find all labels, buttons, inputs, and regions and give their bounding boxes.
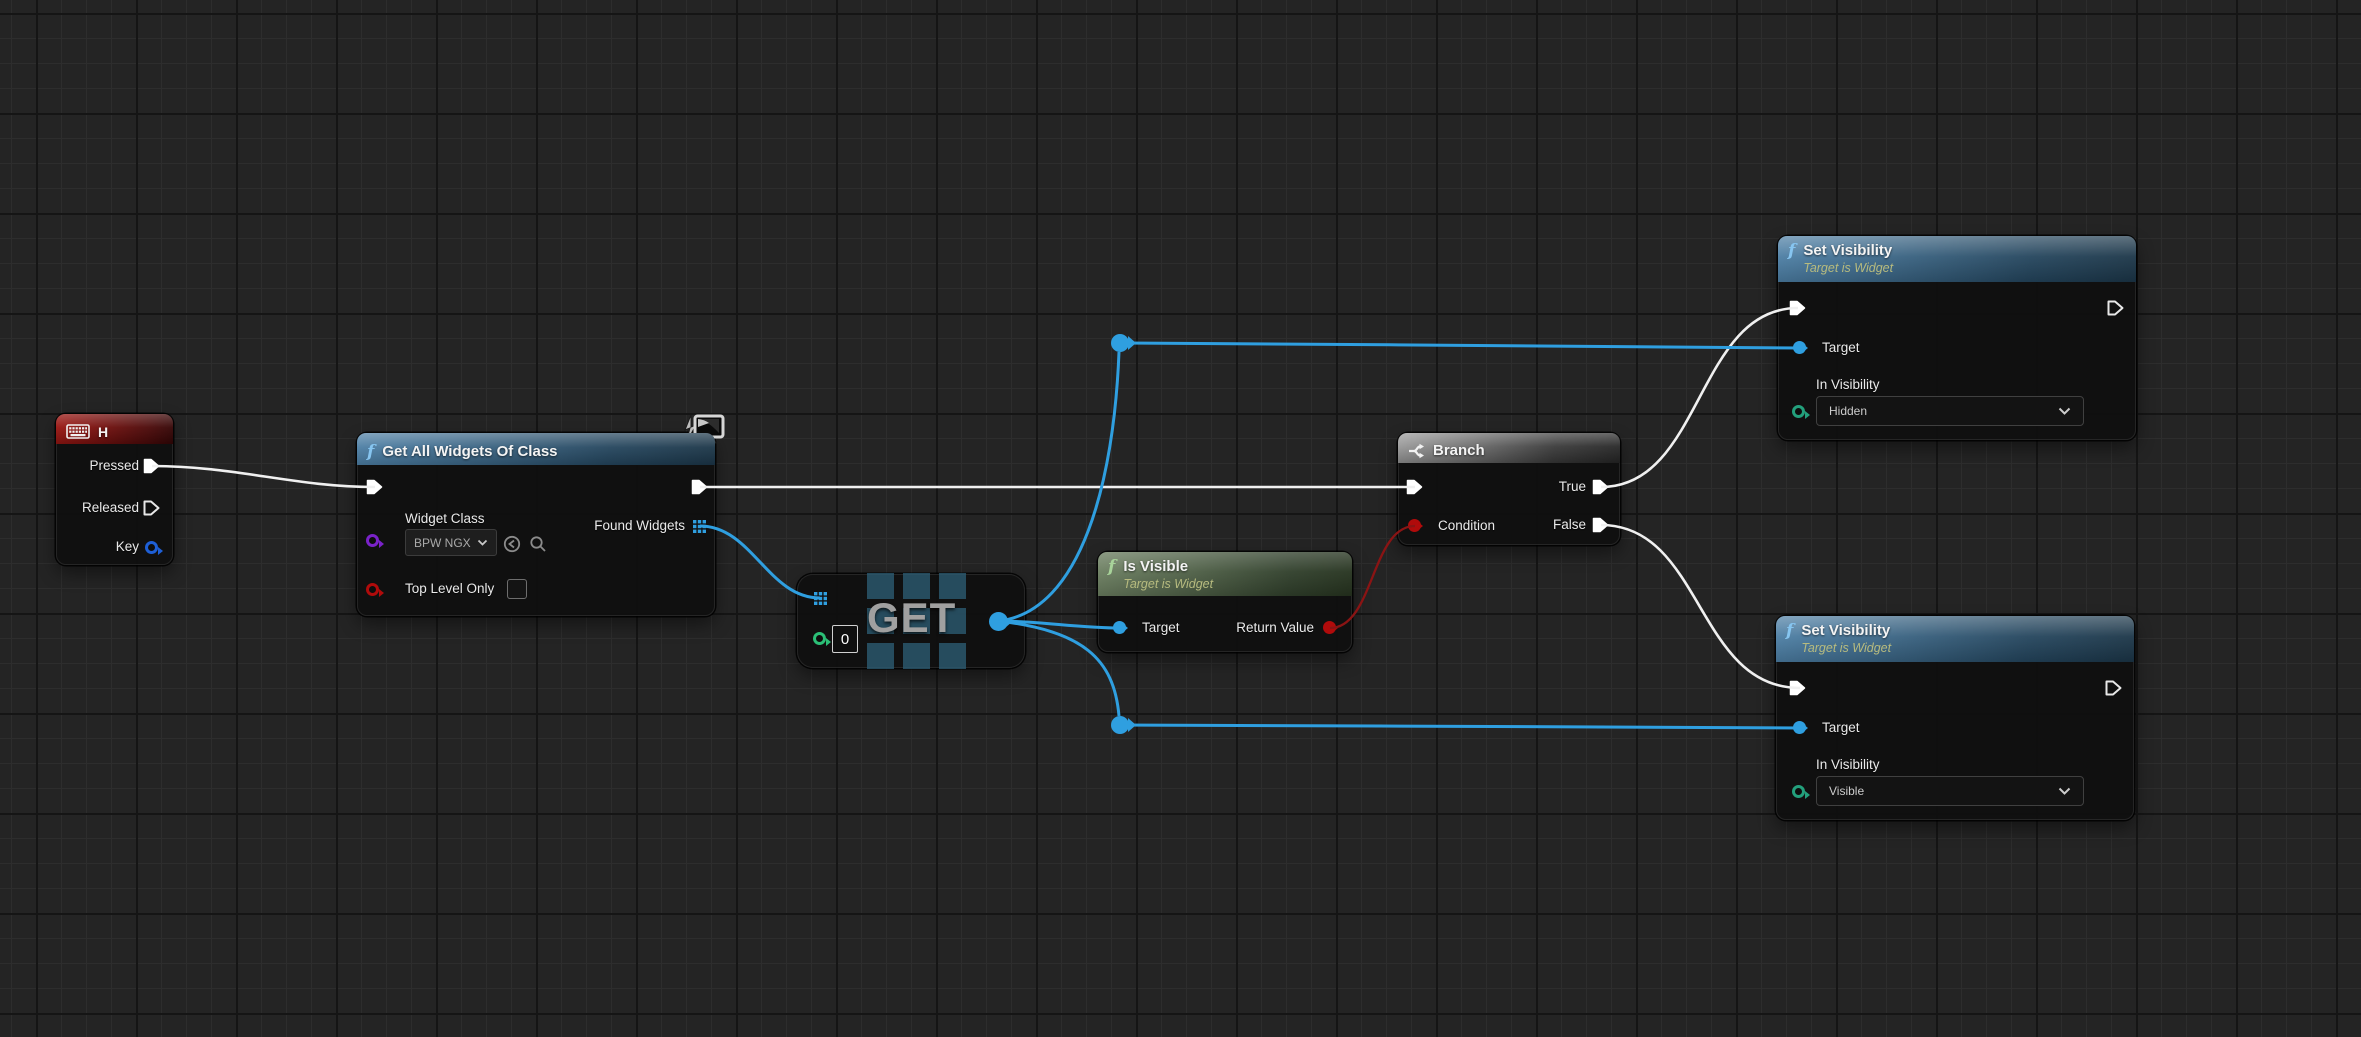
node-subtitle: Target is Widget [1803,261,1894,275]
in-visibility-value: Hidden [1829,404,1868,418]
node-get-all-widgets-of-class[interactable]: f Get All Widgets Of Class Widget Class … [357,414,725,616]
keyboard-icon [66,424,90,439]
in-visibility-value: Visible [1829,784,1865,798]
branch-icon [1408,443,1426,459]
browse-search-icon[interactable] [529,535,547,553]
node-title: Is Visible [1123,558,1189,575]
exec-pin-in[interactable] [1789,680,1806,696]
blueprint-graph-canvas[interactable]: { "key_event": { "title": "H", "pins": {… [0,0,2361,1037]
reroute-node-bottom[interactable] [1111,716,1136,734]
pin-label-return-value: Return Value [1236,620,1314,635]
exec-pin-released[interactable] [143,500,160,516]
exec-pin-out[interactable] [691,479,708,495]
in-visibility-dropdown[interactable]: Visible [1816,776,2084,806]
node-header-branch[interactable]: Branch [1398,433,1620,463]
key-struct-pin[interactable] [145,541,163,555]
node-header-set-visibility[interactable]: f Set Visibility Target is Widget [1776,616,2134,662]
node-title: Branch [1433,441,1485,459]
node-set-visibility-visible[interactable]: f Set Visibility Target is Widget Target… [1776,616,2134,820]
in-visibility-enum-pin[interactable] [1792,785,1810,799]
widget-class-dropdown[interactable]: BPW NGX [405,529,497,556]
top-level-only-pin[interactable] [366,583,384,597]
pin-label-in-visibility: In Visibility [1816,377,1880,392]
wire-exec-branch-true-to-setvis-hidden[interactable] [1600,306,1799,489]
pin-label-key: Key [115,539,139,554]
exec-pin-false[interactable] [1592,517,1609,533]
widget-class-value: BPW NGX [414,535,471,550]
chevron-down-icon [477,539,488,546]
pin-label-target: Target [1822,720,1860,735]
target-pin[interactable] [1793,341,1808,354]
node-header-key-event[interactable]: H [56,414,173,444]
index-value-box[interactable]: 0 [832,625,858,653]
pin-label-target: Target [1142,620,1180,635]
wire-reroute-bottom-to-setvis-visible-target[interactable] [1119,723,1803,730]
exec-pin-true[interactable] [1592,479,1609,495]
pin-label-found-widgets: Found Widgets [594,518,685,533]
pin-label-released: Released [81,500,139,515]
get-watermark: GET [867,594,957,641]
function-icon: f [367,441,375,462]
in-visibility-enum-pin[interactable] [1792,405,1810,419]
pin-label-top-level-only: Top Level Only [405,581,495,596]
target-pin[interactable] [1113,621,1128,634]
in-visibility-dropdown[interactable]: Hidden [1816,396,2084,426]
chevron-down-icon [2058,407,2071,415]
wire-exec-branch-false-to-setvis-visible[interactable] [1600,523,1801,690]
chevron-down-icon [2058,787,2071,795]
node-set-visibility-hidden[interactable]: f Set Visibility Target is Widget Target… [1778,236,2136,440]
element-output-pin[interactable] [989,612,1012,631]
reroute-node-top[interactable] [1111,334,1136,352]
index-int-pin[interactable] [813,632,831,646]
exec-pin-in[interactable] [1406,479,1423,495]
top-level-only-checkbox[interactable] [507,579,527,599]
function-icon: f [1786,621,1794,641]
node-array-get[interactable]: GET 0 [797,573,1025,669]
target-pin[interactable] [1793,721,1808,734]
node-header-get-all-widgets[interactable]: f Get All Widgets Of Class [357,433,715,465]
exec-pin-out[interactable] [2105,680,2122,696]
exec-pin-pressed[interactable] [143,458,160,474]
wire-layer [151,306,1803,734]
found-widgets-array-pin[interactable] [693,520,706,533]
use-selected-icon[interactable] [503,535,521,553]
widget-class-pin[interactable] [366,534,384,548]
pin-label-pressed: Pressed [89,458,139,473]
array-input-pin[interactable] [814,592,827,605]
return-value-pin[interactable] [1323,621,1338,634]
node-title: Set Visibility [1803,242,1893,259]
node-is-visible[interactable]: f Is Visible Target is Widget Target Ret… [1098,552,1352,652]
index-value: 0 [840,630,850,648]
node-title: H [98,423,109,440]
condition-pin[interactable] [1408,519,1423,532]
pin-label-in-visibility: In Visibility [1816,757,1880,772]
pin-label-false: False [1552,517,1586,532]
exec-pin-in[interactable] [366,479,383,495]
wire-reroute-top-to-setvis-hidden-target[interactable] [1119,341,1801,350]
node-header-is-visible[interactable]: f Is Visible Target is Widget [1098,552,1352,596]
exec-pin-out[interactable] [2107,300,2124,316]
pin-label-true: True [1558,479,1586,494]
exec-pin-in[interactable] [1789,300,1806,316]
function-icon: f [1788,241,1796,261]
node-subtitle: Target is Widget [1801,641,1892,655]
node-input-key-h[interactable]: H Pressed Released Key [56,414,173,565]
node-header-set-visibility[interactable]: f Set Visibility Target is Widget [1778,236,2136,282]
wire-exec-pressed-to-getall[interactable] [151,464,376,489]
function-icon: f [1108,557,1116,577]
node-subtitle: Target is Widget [1123,577,1214,591]
node-title: Get All Widgets Of Class [382,442,558,460]
pin-label-target: Target [1822,340,1860,355]
node-branch[interactable]: Branch Condition True False [1398,433,1620,545]
node-title: Set Visibility [1801,622,1891,639]
pin-label-widget-class: Widget Class [405,511,485,526]
pin-label-condition: Condition [1438,518,1496,533]
